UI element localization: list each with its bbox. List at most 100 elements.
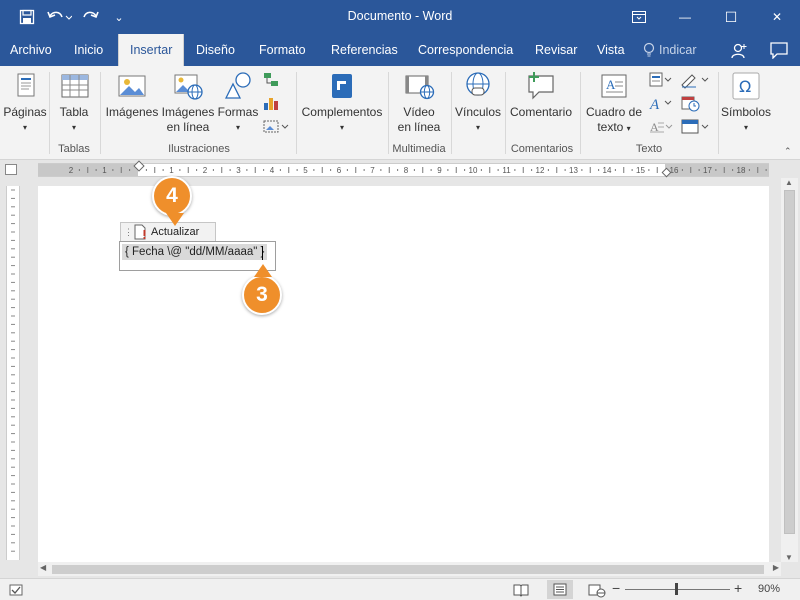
comentario-label: Comentario: [509, 105, 573, 119]
close-button[interactable]: ✕: [754, 0, 800, 34]
drop-cap-button[interactable]: A: [648, 118, 674, 136]
collapse-ribbon-button[interactable]: ⌃: [784, 146, 792, 157]
ruler-number: 18: [737, 166, 746, 175]
step-callout-4: 4: [152, 176, 192, 216]
paginas-label: Páginas: [3, 105, 47, 119]
vertical-scroll-thumb[interactable]: [784, 190, 795, 534]
zoom-out-button[interactable]: −: [612, 580, 620, 596]
update-label: Actualizar: [151, 226, 200, 238]
chevron-up-icon: ⌃: [784, 146, 792, 156]
cuadro-label-1: Cuadro de: [585, 105, 643, 119]
cuadro-de-texto-button[interactable]: A Cuadro de texto ▾: [584, 70, 644, 136]
vertical-ruler[interactable]: [6, 186, 20, 560]
imagenes-en-linea-button[interactable]: Imágenes en línea: [160, 70, 216, 135]
ribbon-display-button[interactable]: [616, 0, 662, 34]
tab-formato[interactable]: Formato: [250, 34, 315, 66]
minimize-button[interactable]: —: [662, 0, 708, 34]
scroll-right-arrow[interactable]: ▶: [773, 563, 779, 572]
simbolos-label: Símbolos: [720, 105, 772, 119]
chevron-down-icon: ▾: [235, 123, 240, 132]
zoom-level[interactable]: 90%: [758, 583, 780, 595]
signature-line-button[interactable]: [680, 71, 710, 89]
chevron-down-icon: ▾: [22, 123, 27, 132]
print-layout-icon: [553, 583, 567, 596]
horizontal-scroll-thumb[interactable]: [52, 565, 764, 574]
horizontal-scrollbar[interactable]: ◀ ▶: [38, 562, 781, 576]
divider: [49, 72, 50, 154]
tell-me-box[interactable]: Indicar: [643, 34, 697, 66]
complementos-button[interactable]: Complementos ▾: [299, 70, 385, 135]
zoom-slider-thumb[interactable]: [675, 583, 678, 595]
tab-diseno[interactable]: Diseño: [187, 34, 244, 66]
vinculos-label: Vínculos: [454, 105, 502, 119]
ruler-number: 7: [370, 166, 375, 175]
ruler-number: 5: [303, 166, 308, 175]
imagenes-button[interactable]: Imágenes: [104, 70, 160, 120]
chevron-down-icon: ▾: [743, 123, 748, 132]
simbolos-button[interactable]: Ω Símbolos ▾: [720, 70, 772, 135]
comentario-button[interactable]: Comentario: [507, 70, 575, 120]
group-texto: Texto: [635, 143, 663, 155]
tab-archivo[interactable]: Archivo: [1, 34, 61, 66]
video-label-1: Vídeo: [403, 105, 435, 119]
vertical-scrollbar[interactable]: ▲ ▼: [781, 178, 798, 562]
vertical-ruler-ticks: [11, 189, 15, 552]
tab-revisar[interactable]: Revisar: [526, 34, 586, 66]
field-code[interactable]: { Fecha \@ "dd/MM/aaaa" }: [122, 244, 268, 260]
lightbulb-icon: [643, 42, 655, 57]
tab-inicio[interactable]: Inicio: [65, 34, 112, 66]
add-ins-icon: [326, 70, 358, 102]
close-icon: ✕: [771, 10, 783, 24]
divider: [718, 72, 719, 154]
svg-text:A: A: [606, 77, 616, 92]
ribbon-tabs: Archivo Inicio Insertar Diseño Formato R…: [0, 34, 800, 66]
pages-icon: [9, 70, 41, 102]
tab-insertar[interactable]: Insertar: [118, 34, 185, 66]
restore-icon: ☐: [724, 8, 738, 25]
chart-button[interactable]: [262, 94, 280, 112]
person-add-icon: [731, 43, 747, 59]
smartart-button[interactable]: [262, 71, 280, 89]
shapes-icon: [222, 70, 254, 102]
tabla-button[interactable]: Tabla ▾: [54, 70, 94, 135]
print-layout-button[interactable]: [547, 580, 573, 599]
horizontal-ruler[interactable]: 2 1 1 2 3 4 5 6 7 8 9 10 11 12 13 14 15 16 17 18: [38, 160, 769, 178]
read-mode-button[interactable]: [513, 582, 529, 600]
chevron-down-icon: ▾: [71, 123, 76, 132]
read-mode-icon: [513, 584, 529, 597]
video-en-linea-button[interactable]: Vídeo en línea: [392, 70, 446, 135]
scroll-left-arrow[interactable]: ◀: [40, 563, 46, 572]
restore-button[interactable]: ☐: [708, 0, 754, 34]
quick-parts-button[interactable]: [648, 71, 674, 89]
tab-referencias[interactable]: Referencias: [322, 34, 407, 66]
web-layout-button[interactable]: [588, 582, 606, 600]
vinculos-button[interactable]: Vínculos ▾: [453, 70, 503, 135]
ruler-number: 11: [502, 166, 511, 175]
divider: [100, 72, 101, 154]
proofing-button[interactable]: [8, 582, 24, 600]
paginas-button[interactable]: Páginas ▾: [3, 70, 47, 135]
scroll-down-arrow[interactable]: ▼: [785, 553, 793, 562]
online-picture-icon: [172, 70, 204, 102]
tab-selector[interactable]: [5, 164, 17, 175]
wordart-button[interactable]: A: [648, 94, 674, 113]
formas-button[interactable]: Formas ▾: [216, 70, 260, 135]
object-button[interactable]: [680, 118, 710, 136]
screenshot-button[interactable]: [262, 118, 290, 136]
text-cursor: [262, 246, 263, 260]
ruler-number: 1: [102, 166, 107, 175]
omega-icon: Ω: [730, 70, 762, 102]
new-comment-icon: [525, 70, 557, 102]
date-time-button[interactable]: [680, 94, 702, 112]
wordart-icon: A: [649, 97, 672, 113]
tab-vista[interactable]: Vista: [588, 34, 634, 66]
ruler-number: 15: [636, 166, 645, 175]
scroll-up-arrow[interactable]: ▲: [785, 178, 793, 187]
tab-correspondencia[interactable]: Correspondencia: [409, 34, 522, 66]
comments-button[interactable]: [770, 42, 788, 62]
ruler-row: 2 1 1 2 3 4 5 6 7 8 9 10 11 12 13 14 15 16 17 18: [0, 160, 800, 178]
group-tablas: Tablas: [58, 143, 90, 155]
svg-text:Ω: Ω: [739, 77, 751, 96]
zoom-in-button[interactable]: +: [734, 580, 742, 596]
share-button[interactable]: [730, 42, 748, 63]
